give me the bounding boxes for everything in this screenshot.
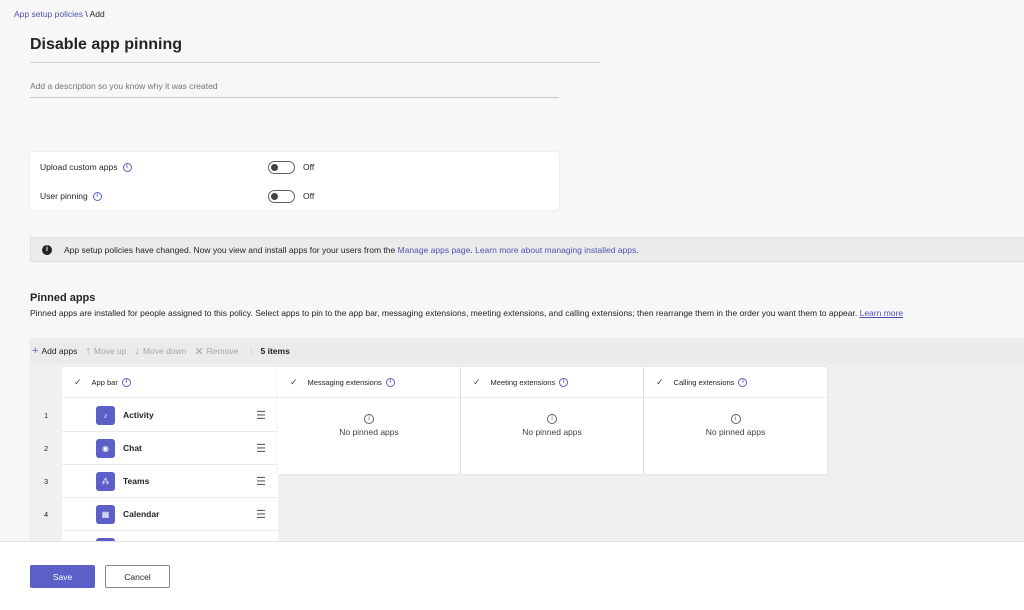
row-number: 1 bbox=[44, 411, 49, 420]
move-down-label: Move down bbox=[142, 346, 187, 356]
breadcrumb-parent-link[interactable]: App setup policies bbox=[14, 9, 83, 19]
item-count: 5 items bbox=[260, 346, 290, 356]
column-title: Messaging extensions bbox=[307, 377, 382, 387]
app-name: Teams bbox=[123, 476, 150, 486]
move-down-button[interactable]: ↓ Move down bbox=[134, 345, 186, 357]
add-apps-label: Add apps bbox=[41, 346, 78, 356]
toggle-knob bbox=[271, 163, 278, 171]
move-up-button[interactable]: ↑ Move up bbox=[85, 345, 126, 357]
messaging-header[interactable]: ✓ Messaging extensions i bbox=[278, 367, 460, 398]
learn-more-link[interactable]: Learn more bbox=[860, 308, 903, 318]
app-bar-list: ♪ Activity ☰ 1 ◉ Chat ☰ 2 ⁂ Teams ☰ 3 ▦ … bbox=[30, 399, 278, 541]
drag-handle-icon[interactable]: ☰ bbox=[256, 409, 266, 422]
meeting-header[interactable]: ✓ Meeting extensions i bbox=[461, 367, 643, 398]
drag-handle-icon[interactable]: ☰ bbox=[256, 475, 266, 488]
info-banner: i App setup policies have changed. Now y… bbox=[30, 237, 1024, 262]
checkmark-icon[interactable]: ✓ bbox=[74, 377, 82, 388]
setting-upload-custom-apps: Upload custom apps i Off bbox=[40, 157, 550, 177]
meeting-extensions-column: ✓ Meeting extensions i i No pinned apps bbox=[461, 367, 643, 474]
banner-text: App setup policies have changed. Now you… bbox=[64, 244, 398, 255]
save-button[interactable]: Save bbox=[30, 565, 95, 588]
info-icon[interactable]: i bbox=[121, 377, 131, 387]
breadcrumb-separator: \ bbox=[83, 9, 90, 19]
checkmark-icon[interactable]: ✓ bbox=[473, 377, 481, 388]
user-pinning-toggle[interactable] bbox=[268, 189, 295, 203]
list-item[interactable]: ◉ Chat ☰ bbox=[62, 432, 278, 465]
footer: Save Cancel bbox=[0, 541, 1024, 610]
arrow-down-icon: ↓ bbox=[134, 345, 140, 357]
settings-card: Upload custom apps i Off User pinning i Of… bbox=[30, 152, 559, 210]
info-icon: i bbox=[364, 414, 374, 424]
breadcrumb: App setup policies \ Add bbox=[14, 9, 105, 19]
teams-icon: ⁂ bbox=[96, 471, 115, 491]
cancel-button[interactable]: Cancel bbox=[105, 565, 170, 588]
column-title: Meeting extensions bbox=[490, 377, 556, 387]
description-field-wrap bbox=[30, 76, 559, 98]
info-icon[interactable]: i bbox=[559, 377, 569, 387]
learn-more-installed-apps-link[interactable]: Learn more about managing installed apps bbox=[475, 245, 636, 255]
info-icon[interactable]: i bbox=[738, 377, 748, 387]
toggle-knob bbox=[271, 192, 278, 200]
toolbar-divider: | bbox=[250, 346, 253, 356]
chat-icon: ◉ bbox=[96, 438, 115, 458]
info-icon: i bbox=[547, 414, 557, 424]
plus-icon: + bbox=[32, 345, 39, 357]
checkmark-icon[interactable]: ✓ bbox=[656, 377, 664, 388]
row-number: 3 bbox=[44, 477, 49, 486]
info-icon: i bbox=[730, 414, 741, 424]
messaging-extensions-column: ✓ Messaging extensions i i No pinned app… bbox=[278, 367, 460, 474]
empty-state: i No pinned apps bbox=[278, 398, 460, 437]
calling-header[interactable]: ✓ Calling extensions i bbox=[644, 367, 827, 398]
arrow-up-icon: ↑ bbox=[85, 345, 91, 357]
app-bar-header[interactable]: ✓ App bar i bbox=[62, 367, 278, 398]
checkmark-icon[interactable]: ✓ bbox=[290, 377, 298, 388]
setting-label: Upload custom apps bbox=[40, 162, 118, 172]
toggle-state: Off bbox=[303, 162, 315, 172]
app-name: Chat bbox=[123, 443, 142, 453]
bell-icon: ♪ bbox=[96, 405, 115, 425]
info-icon[interactable]: i bbox=[92, 191, 102, 201]
drag-handle-icon[interactable]: ☰ bbox=[256, 508, 266, 521]
upload-custom-apps-toggle[interactable] bbox=[268, 160, 295, 174]
setting-user-pinning: User pinning i Off bbox=[40, 186, 550, 206]
toggle-state: Off bbox=[303, 191, 315, 201]
setting-label: User pinning bbox=[40, 191, 88, 201]
banner-text-end: . bbox=[636, 244, 639, 255]
remove-button[interactable]: ✕ Remove bbox=[194, 345, 238, 358]
page-title[interactable]: Disable app pinning bbox=[30, 36, 600, 54]
list-item[interactable]: ♪ Activity ☰ bbox=[62, 399, 278, 432]
info-icon[interactable]: i bbox=[385, 377, 395, 387]
empty-state: i No pinned apps bbox=[644, 398, 827, 437]
remove-label: Remove bbox=[206, 346, 239, 356]
column-title: Calling extensions bbox=[673, 377, 735, 387]
pinned-desc-text: Pinned apps are installed for people ass… bbox=[30, 308, 860, 318]
pinned-apps-toolbar: + Add apps ↑ Move up ↓ Move down ✕ Remove | … bbox=[30, 338, 1024, 364]
close-icon: ✕ bbox=[194, 345, 204, 358]
list-item[interactable]: ⁂ Teams ☰ bbox=[62, 465, 278, 498]
pinned-apps-title: Pinned apps bbox=[30, 292, 96, 304]
row-number: 2 bbox=[44, 444, 49, 453]
drag-handle-icon[interactable]: ☰ bbox=[256, 442, 266, 455]
info-filled-icon: i bbox=[42, 244, 52, 255]
move-up-label: Move up bbox=[93, 346, 127, 356]
calling-extensions-column: ✓ Calling extensions i i No pinned apps bbox=[644, 367, 827, 474]
list-item[interactable]: ▦ Calendar ☰ bbox=[62, 498, 278, 531]
column-title: App bar bbox=[91, 377, 118, 387]
add-apps-button[interactable]: + Add apps bbox=[32, 345, 77, 357]
description-input[interactable] bbox=[30, 81, 559, 91]
app-name: Calendar bbox=[123, 509, 160, 519]
row-number: 4 bbox=[44, 510, 49, 519]
calendar-icon: ▦ bbox=[96, 504, 115, 524]
app-name: Activity bbox=[123, 410, 154, 420]
breadcrumb-current: Add bbox=[89, 9, 105, 19]
empty-state: i No pinned apps bbox=[461, 398, 643, 437]
empty-text: No pinned apps bbox=[339, 427, 399, 437]
manage-apps-link[interactable]: Manage apps page bbox=[398, 245, 471, 255]
empty-text: No pinned apps bbox=[522, 427, 582, 437]
empty-text: No pinned apps bbox=[705, 427, 766, 437]
pinned-apps-description: Pinned apps are installed for people ass… bbox=[30, 308, 903, 318]
info-icon[interactable]: i bbox=[122, 162, 132, 172]
policy-name-field[interactable]: Disable app pinning bbox=[30, 36, 600, 63]
list-item[interactable] bbox=[62, 531, 278, 541]
